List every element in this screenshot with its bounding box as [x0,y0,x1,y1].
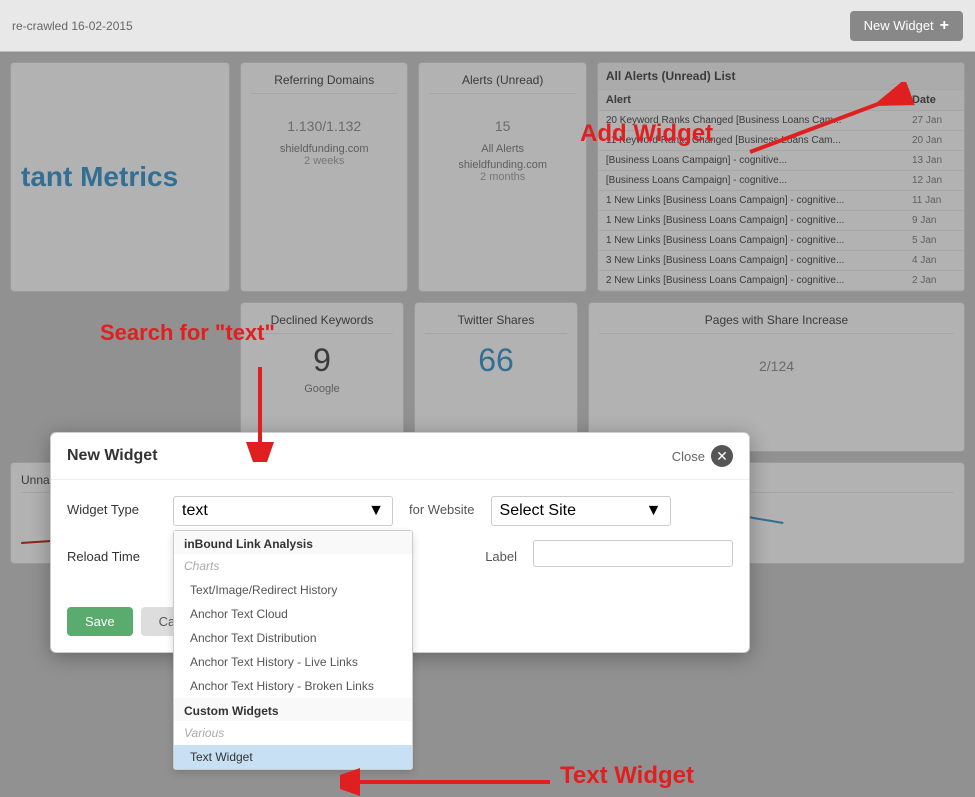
dropdown-item-anchor-cloud[interactable]: Anchor Text Cloud [174,602,412,626]
site-select-arrow-icon: ▼ [646,502,662,520]
modal-close-text: Close [672,449,705,464]
widget-type-value: text [182,502,208,520]
top-bar: re-crawled 16-02-2015 New Widget + [0,0,975,52]
reload-time-label: Reload Time [67,543,157,564]
new-widget-modal: New Widget Close ✕ Widget Type text ▼ in… [50,432,750,653]
widget-type-label: Widget Type [67,496,157,517]
dropdown-item-anchor-dist[interactable]: Anchor Text Distribution [174,626,412,650]
modal-header: New Widget Close ✕ [51,433,749,480]
new-widget-plus-icon: + [940,17,949,35]
custom-widgets-group-label: Custom Widgets [174,698,412,721]
charts-category-label: Charts [174,554,412,578]
various-category-label: Various [174,721,412,745]
modal-close-button[interactable]: ✕ [711,445,733,467]
dropdown-container: text ▼ inBound Link Analysis Charts Text… [173,496,393,526]
dropdown-menu: inBound Link Analysis Charts Text/Image/… [173,530,413,770]
new-widget-label: New Widget [864,18,934,33]
label-input[interactable] [533,540,733,567]
dropdown-item-text-widget[interactable]: Text Widget [174,745,412,769]
label-label: Label [485,543,517,564]
crawl-info: re-crawled 16-02-2015 [12,19,133,33]
save-button[interactable]: Save [67,607,133,636]
widget-type-select[interactable]: text ▼ [173,496,393,526]
dropdown-arrow-icon: ▼ [368,502,384,520]
widget-type-row: Widget Type text ▼ inBound Link Analysis… [67,496,733,526]
dropdown-item-anchor-live[interactable]: Anchor Text History - Live Links [174,650,412,674]
dashboard: tant Metrics Referring Domains 1.130/1.1… [0,52,975,797]
for-website-label: for Website [409,496,475,517]
dropdown-item-anchor-broken[interactable]: Anchor Text History - Broken Links [174,674,412,698]
modal-close-area: Close ✕ [672,445,733,467]
modal-body: Widget Type text ▼ inBound Link Analysis… [51,480,749,597]
inbound-group-label: inBound Link Analysis [174,531,412,554]
dropdown-item-text-history[interactable]: Text/Image/Redirect History [174,578,412,602]
modal-overlay [0,52,975,797]
new-widget-button[interactable]: New Widget + [850,11,963,41]
modal-title: New Widget [67,447,158,465]
select-site-placeholder: Select Site [500,502,576,520]
site-select[interactable]: Select Site ▼ [491,496,671,526]
